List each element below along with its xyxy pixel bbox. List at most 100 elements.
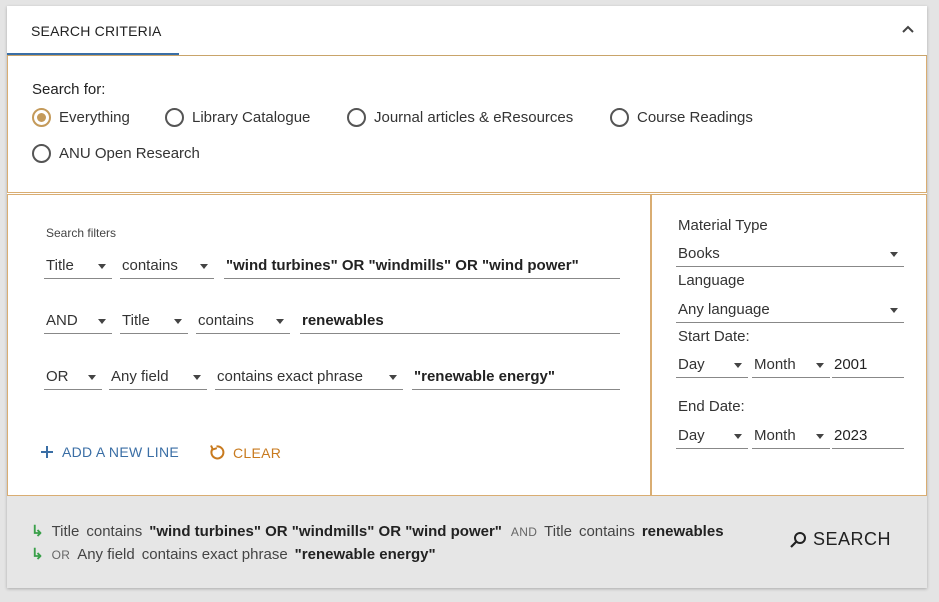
caret-down-icon (88, 375, 96, 380)
caret-down-icon (389, 375, 397, 380)
end-month-select[interactable]: Month (752, 421, 830, 449)
match-select-value: contains (198, 312, 254, 329)
end-day-value: Day (678, 427, 705, 444)
operator-select-value: OR (46, 368, 69, 385)
match-select[interactable]: contains exact phrase (215, 362, 403, 390)
caret-down-icon (200, 264, 208, 269)
add-new-line-button[interactable]: ADD A NEW LINE (40, 444, 179, 460)
query-summary-line: ↳ OR Any field contains exact phrase "re… (31, 545, 445, 563)
summary-field: Any field (77, 546, 135, 563)
caret-down-icon (276, 319, 284, 324)
operator-select[interactable]: AND (44, 306, 112, 334)
search-filters-title: Search filters (46, 226, 117, 240)
language-label: Language (678, 272, 745, 289)
clear-button[interactable]: CLEAR (208, 444, 281, 461)
query-summary-line: ↳ Title contains "wind turbines" OR "win… (31, 522, 733, 540)
search-button-label: SEARCH (812, 529, 891, 549)
refine-sidebar: Material Type Books Language Any languag… (651, 194, 927, 496)
caret-down-icon (816, 363, 824, 368)
radio-icon (347, 108, 366, 127)
search-term-input[interactable]: "wind turbines" OR "windmills" OR "wind … (224, 251, 620, 279)
caret-down-icon (890, 308, 898, 313)
caret-down-icon (734, 434, 742, 439)
search-term-input[interactable]: renewables (300, 306, 620, 334)
radio-icon (32, 144, 51, 163)
return-arrow-icon: ↳ (31, 523, 44, 540)
summary-match: contains (578, 523, 635, 540)
summary-match: contains (86, 523, 143, 540)
tab-bar: SEARCH CRITERIA (7, 6, 927, 56)
search-for-label: Search for: (32, 81, 106, 98)
radio-selected-icon (32, 108, 51, 127)
caret-down-icon (816, 434, 824, 439)
caret-down-icon (734, 363, 742, 368)
end-date-label: End Date: (678, 398, 745, 415)
search-criteria-panel: SEARCH CRITERIA Search for: Everything L… (7, 6, 927, 588)
summary-operator: AND (510, 525, 538, 539)
radio-label: Library Catalogue (192, 109, 311, 126)
search-icon (790, 531, 806, 548)
material-type-label: Material Type (678, 217, 768, 234)
caret-down-icon (193, 375, 201, 380)
query-summary-bar: ↳ Title contains "wind turbines" OR "win… (7, 496, 927, 588)
end-month-value: Month (754, 427, 796, 444)
match-select-value: contains exact phrase (217, 368, 363, 385)
start-day-value: Day (678, 356, 705, 373)
start-date-label: Start Date: (678, 328, 750, 345)
summary-match: contains exact phrase (141, 546, 288, 563)
operator-select-value: AND (46, 312, 78, 329)
caret-down-icon (98, 319, 106, 324)
field-select[interactable]: Title (44, 251, 112, 279)
field-select-value: Title (46, 257, 74, 274)
search-button[interactable]: SEARCH (789, 529, 891, 550)
summary-field: Title (51, 523, 80, 540)
add-new-line-label: ADD A NEW LINE (62, 444, 180, 460)
caret-down-icon (174, 319, 182, 324)
field-select[interactable]: Title (120, 306, 188, 334)
field-select-value: Title (122, 312, 150, 329)
radio-course-readings[interactable]: Course Readings (610, 108, 753, 127)
field-select[interactable]: Any field (109, 362, 207, 390)
language-value: Any language (678, 301, 770, 318)
radio-everything[interactable]: Everything (32, 108, 130, 127)
radio-label: Course Readings (637, 109, 753, 126)
chevron-up-icon[interactable] (901, 22, 915, 36)
search-filters-section: Search filters Title contains "wind turb… (7, 194, 651, 496)
start-year-input[interactable]: 2001 (832, 350, 904, 378)
start-day-select[interactable]: Day (676, 350, 748, 378)
radio-library-catalogue[interactable]: Library Catalogue (165, 108, 310, 127)
radio-label: Journal articles & eResources (374, 109, 574, 126)
radio-journal-articles[interactable]: Journal articles & eResources (347, 108, 573, 127)
reset-icon (210, 445, 225, 460)
language-select[interactable]: Any language (676, 295, 904, 323)
return-arrow-icon: ↳ (31, 546, 44, 563)
radio-label: ANU Open Research (59, 145, 200, 162)
match-select[interactable]: contains (120, 251, 214, 279)
summary-field: Title (544, 523, 572, 540)
material-type-value: Books (678, 245, 720, 262)
caret-down-icon (98, 264, 106, 269)
material-type-select[interactable]: Books (676, 239, 904, 267)
match-select-value: contains (122, 257, 178, 274)
field-select-value: Any field (111, 368, 169, 385)
summary-operator: OR (51, 548, 71, 562)
start-month-value: Month (754, 356, 796, 373)
clear-label: CLEAR (233, 444, 282, 461)
radio-icon (165, 108, 184, 127)
summary-value: renewables (641, 523, 724, 540)
radio-label: Everything (59, 109, 130, 126)
radio-anu-open-research[interactable]: ANU Open Research (32, 144, 200, 163)
caret-down-icon (890, 252, 898, 257)
tab-search-criteria[interactable]: SEARCH CRITERIA (7, 6, 179, 55)
end-day-select[interactable]: Day (676, 421, 748, 449)
search-term-input[interactable]: "renewable energy" (412, 362, 620, 390)
search-for-section: Search for: Everything Library Catalogue… (7, 56, 927, 193)
radio-icon (610, 108, 629, 127)
plus-icon (41, 446, 53, 458)
match-select[interactable]: contains (196, 306, 290, 334)
summary-value: "wind turbines" OR "windmills" OR "wind … (149, 523, 502, 540)
summary-value: "renewable energy" (294, 546, 436, 563)
end-year-input[interactable]: 2023 (832, 421, 904, 449)
operator-select[interactable]: OR (44, 362, 102, 390)
start-month-select[interactable]: Month (752, 350, 830, 378)
